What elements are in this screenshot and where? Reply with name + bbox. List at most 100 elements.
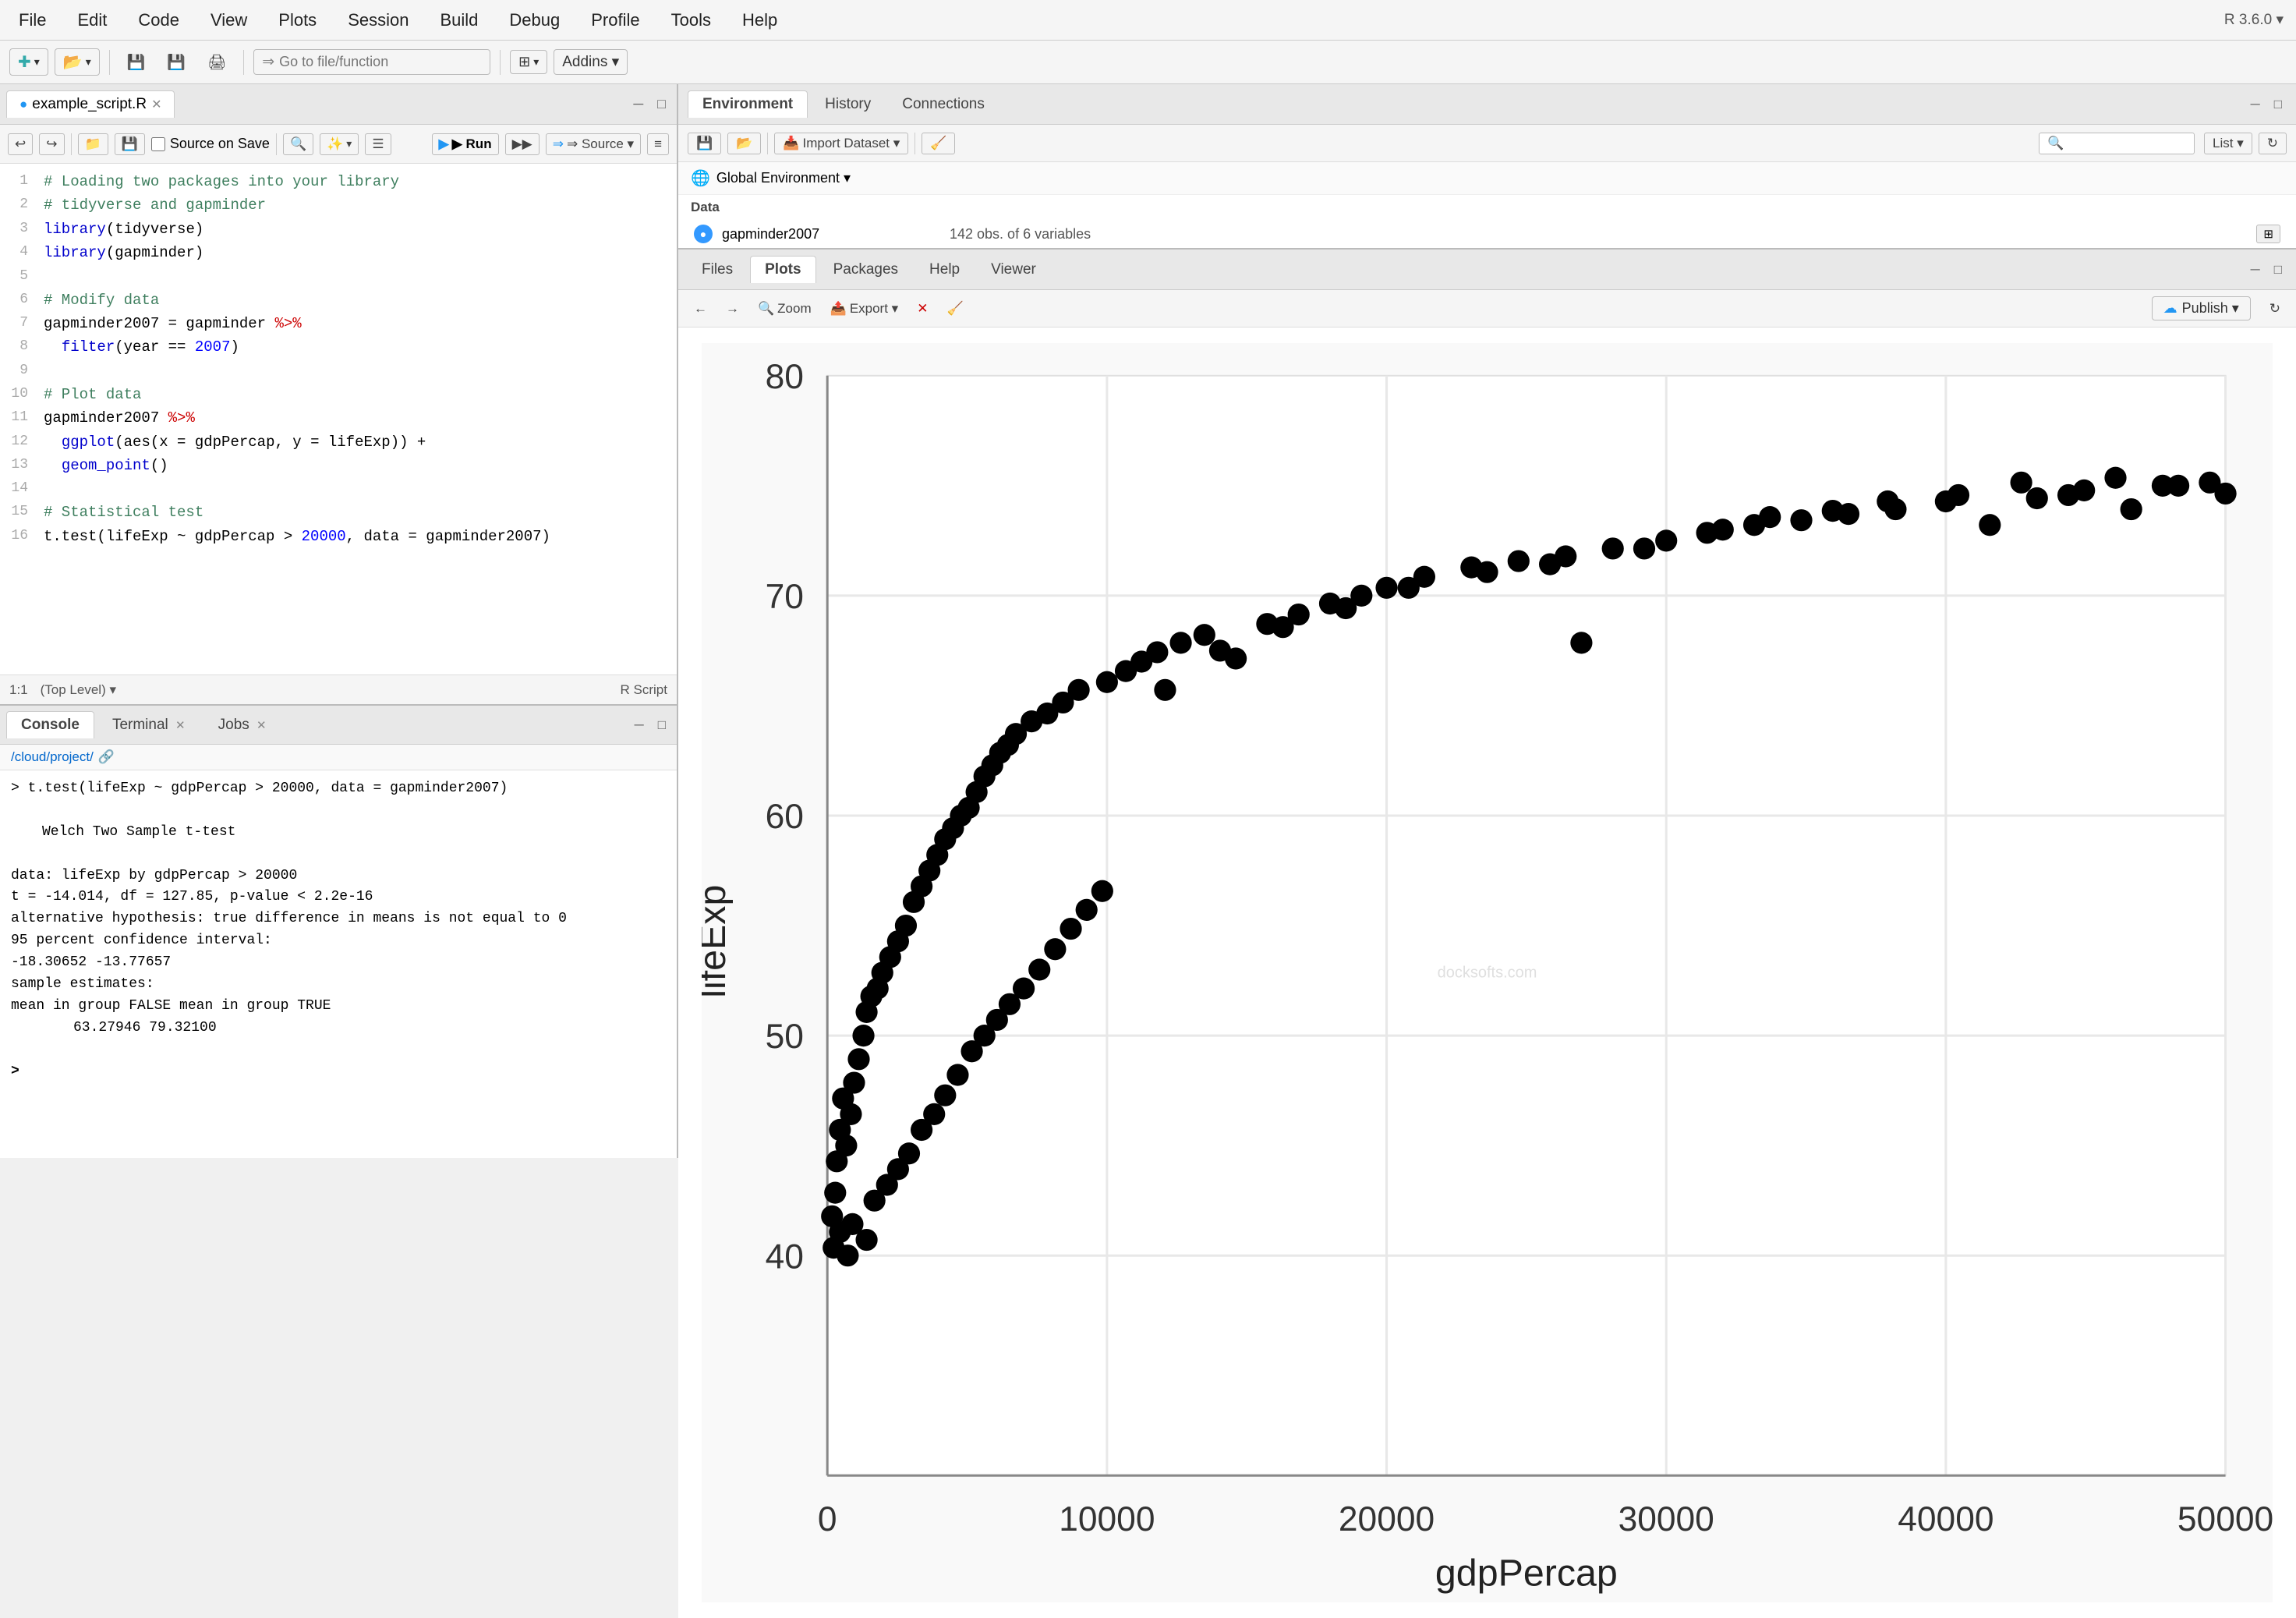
print-button[interactable]: 🖨 [200,50,234,75]
menu-code[interactable]: Code [132,7,186,34]
menu-help[interactable]: Help [736,7,784,34]
goto-input[interactable] [279,54,482,70]
console-output[interactable]: > t.test(lifeExp ~ gdpPercap > 20000, da… [0,770,677,1158]
publish-label: Publish ▾ [2182,300,2239,317]
save-all-button[interactable]: 💾 [159,50,193,75]
new-file-button[interactable]: ✚ ▾ [9,48,48,76]
editor-tabs: ● example_script.R ✕ ─ □ [0,84,677,125]
plots-tab-packages[interactable]: Packages [819,257,912,283]
toolbar-sep-1 [109,50,110,75]
goto-file-button[interactable]: ⇒ [253,49,490,75]
console-line-ci: -18.30652 -13.77657 [11,952,666,974]
env-maximize-button[interactable]: □ [2269,95,2287,114]
tab-close-icon[interactable]: ✕ [151,97,161,112]
console-tab-terminal[interactable]: Terminal ✕ [97,711,200,739]
menu-build[interactable]: Build [433,7,484,34]
open-file-button[interactable]: 📂 ▾ [55,48,100,76]
source-on-save-label: Source on Save [170,136,270,152]
viewer-tab-label: Viewer [991,261,1036,278]
show-in-files-button[interactable]: 📁 [78,133,108,155]
menu-file[interactable]: File [12,7,52,34]
search-button[interactable]: 🔍 [283,133,313,155]
console-maximize-button[interactable]: □ [653,716,670,735]
doc-outline-button[interactable]: ☰ [365,133,391,155]
redo-button[interactable]: ↪ [39,133,64,155]
editor-toolbar: ↩ ↪ 📁 💾 Source on Save 🔍 [0,125,677,164]
load-env-button[interactable]: 📂 [727,133,761,154]
broom-plot-button[interactable]: 🧹 [940,299,969,319]
menu-debug[interactable]: Debug [503,7,566,34]
prev-plot-button[interactable]: ← [688,299,713,319]
menu-profile[interactable]: Profile [585,7,646,34]
env-search-input[interactable] [2039,133,2195,154]
source-button[interactable]: ⇒ ⇒ Source ▾ [546,133,641,155]
data-grid-button[interactable]: ⊞ [2256,225,2280,243]
console-tab-console[interactable]: Console [6,711,94,738]
publish-button[interactable]: ☁ Publish ▾ [2152,296,2251,320]
menu-session[interactable]: Session [341,7,415,34]
console-section: Console Terminal ✕ Jobs ✕ ─ □ /cloud/pro… [0,706,677,1158]
editor-tab-script[interactable]: ● example_script.R ✕ [6,90,175,118]
plots-tab-files[interactable]: Files [688,257,747,283]
et-sep-1 [71,133,72,155]
save-env-button[interactable]: 💾 [688,133,721,154]
globe-icon: 🌐 [691,168,710,188]
env-tab-connections[interactable]: Connections [888,91,999,118]
undo-button[interactable]: ↩ [8,133,33,155]
export-button[interactable]: 📤 Export ▾ [824,299,905,319]
addins-button[interactable]: Addins ▾ [554,49,628,75]
code-tools-button[interactable]: ✨ ▾ [320,133,359,155]
env-tab-environment[interactable]: Environment [688,90,808,118]
grid-button[interactable]: ⊞ ▾ [510,50,547,74]
scatter-plot: 0 10000 20000 30000 40000 50000 40 50 60… [702,343,2273,1602]
console-line-se-values: 63.27946 79.32100 [11,1018,666,1039]
editor-status-bar: 1:1 (Top Level) ▾ R Script [0,674,677,704]
plots-tab-plots[interactable]: Plots [750,256,815,283]
global-env-selector[interactable]: 🌐 Global Environment ▾ [678,162,2296,195]
import-dataset-button[interactable]: 📥 Import Dataset ▾ [774,133,908,154]
broom-button[interactable]: 🧹 [922,133,955,154]
plots-maximize-button[interactable]: □ [2269,260,2287,279]
refresh-env-button[interactable]: ↻ [2259,133,2287,154]
editor-minimize-button[interactable]: ─ [628,94,648,114]
jobs-close-icon[interactable]: ✕ [256,719,267,732]
editor-maximize-button[interactable]: □ [653,94,670,114]
menu-plots[interactable]: Plots [272,7,323,34]
main-toolbar: ✚ ▾ 📂 ▾ 💾 💾 🖨 ⇒ ⊞ ▾ Addins ▾ [0,41,2296,84]
env-data-row[interactable]: ● gapminder2007 142 obs. of 6 variables … [678,220,2296,248]
env-minimize-button[interactable]: ─ [2246,95,2265,114]
delete-plot-button[interactable]: ✕ [911,299,934,319]
help-tab-label: Help [929,261,960,278]
menu-tools[interactable]: Tools [665,7,717,34]
env-tab-label: Environment [702,96,793,112]
connections-tab-label: Connections [902,96,985,112]
menu-view[interactable]: View [204,7,253,34]
env-tab-history[interactable]: History [811,91,885,118]
zoom-button[interactable]: 🔍 Zoom [752,299,818,319]
plots-minimize-button[interactable]: ─ [2246,260,2265,279]
source-save-button[interactable]: 💾 [115,133,145,155]
svg-text:gdpPercap: gdpPercap [1435,1552,1618,1594]
console-line-data: data: lifeExp by gdpPercap > 20000 [11,866,666,887]
console-tab-jobs[interactable]: Jobs ✕ [203,711,281,739]
console-minimize-button[interactable]: ─ [630,716,649,735]
plots-tab-help[interactable]: Help [915,257,974,283]
re-run-button[interactable]: ▶▶ [505,133,540,155]
svg-text:60: 60 [766,798,804,836]
svg-text:70: 70 [766,578,804,616]
next-arrow-icon: → [726,301,739,317]
list-view-button[interactable]: List ▾ [2204,133,2252,154]
packages-tab-label: Packages [833,261,898,278]
menu-edit[interactable]: Edit [71,7,113,34]
save-button[interactable]: 💾 [119,50,154,75]
source-on-save-checkbox[interactable] [151,137,165,151]
goto-arrow-icon: ⇒ [262,53,274,71]
run-button[interactable]: ▶ ▶ Run [432,133,499,155]
code-area[interactable]: 1 # Loading two packages into your libra… [0,164,677,674]
terminal-close-icon[interactable]: ✕ [175,719,186,732]
refresh-plot-button[interactable]: ↻ [2263,299,2287,319]
plots-tab-viewer[interactable]: Viewer [977,257,1050,283]
next-plot-button[interactable]: → [720,299,745,319]
code-line-3: 3 library(tidyverse) [0,218,677,241]
more-options-button[interactable]: ≡ [647,133,669,155]
